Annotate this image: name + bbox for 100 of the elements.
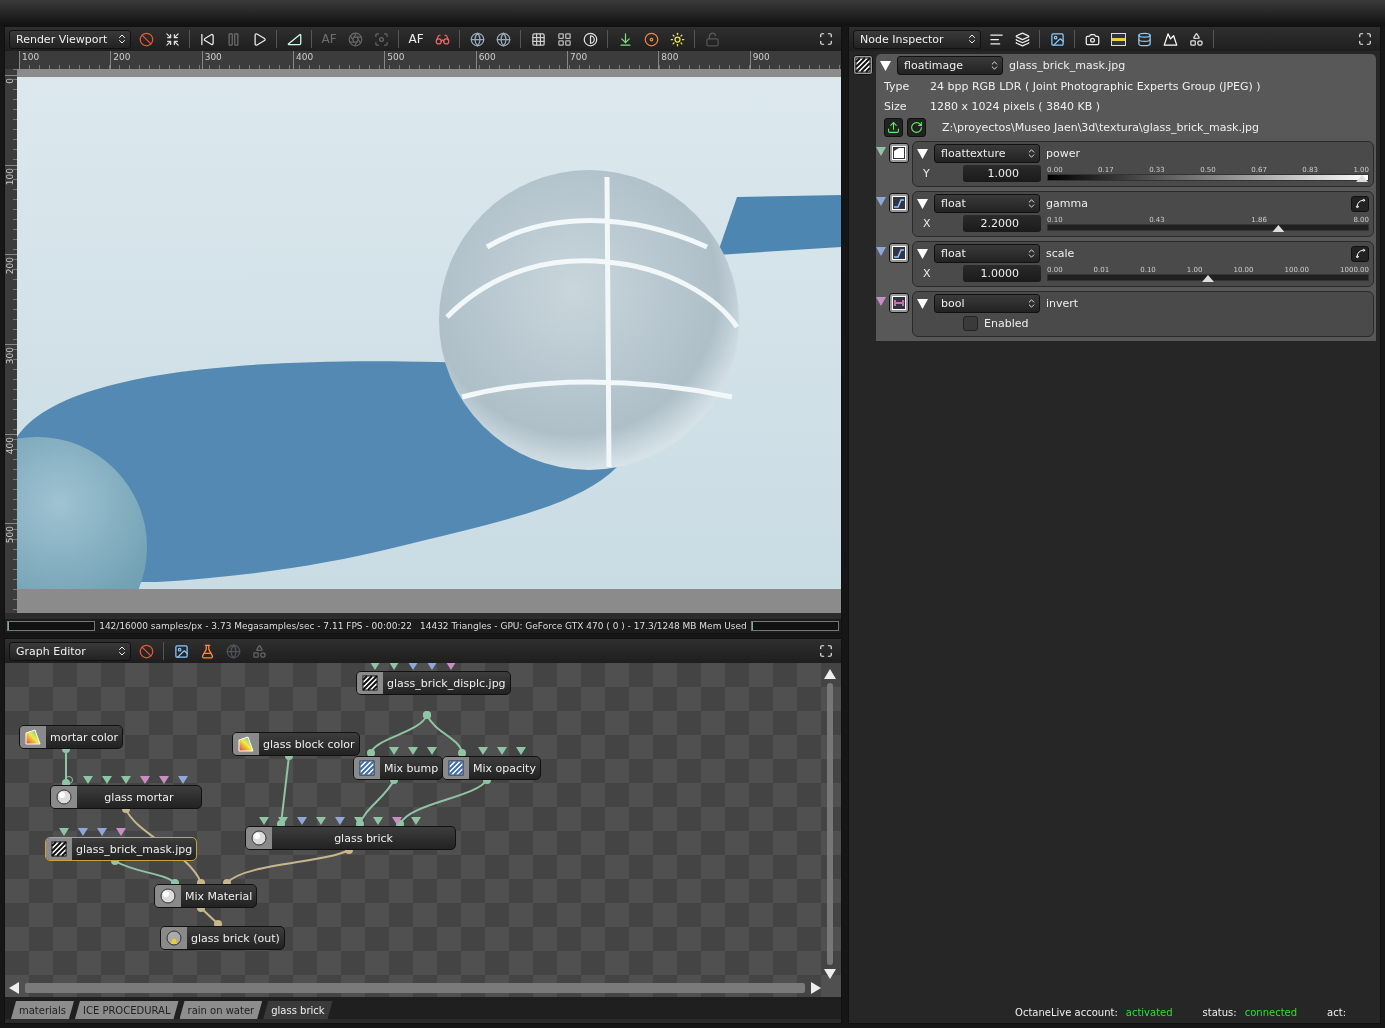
ruler-label: 500 [5, 526, 15, 544]
graph-tab[interactable]: materials [11, 1001, 74, 1019]
stop-icon [138, 31, 154, 47]
graph-node[interactable]: Mix bump [353, 756, 444, 780]
collapse-triangle-icon[interactable] [880, 60, 891, 71]
maximize-icon [819, 644, 833, 658]
scroll-right-icon[interactable] [811, 982, 821, 994]
graph-node[interactable]: Mix Material [154, 884, 258, 908]
parameter-type-button[interactable] [889, 143, 909, 163]
scrollbar-thumb[interactable] [25, 983, 805, 993]
picture-icon [173, 643, 189, 659]
slider-thumb[interactable] [1202, 275, 1214, 282]
graph-node[interactable]: Mix opacity [442, 756, 541, 780]
striped-square-icon [51, 841, 67, 857]
disc-icon [643, 31, 659, 47]
curve-button[interactable] [1351, 245, 1369, 262]
value-field[interactable]: 2.2000 [963, 215, 1041, 232]
focus-icon [373, 31, 389, 47]
maximize-icon [1358, 32, 1372, 46]
graph-tab[interactable]: glass brick [263, 1001, 333, 1019]
up-down-icon [989, 60, 1000, 71]
parameter-type-button[interactable] [889, 293, 909, 313]
connection-status: connected [1244, 1006, 1298, 1018]
picture-icon [1049, 31, 1065, 47]
contrast-icon [582, 31, 598, 47]
view-selector[interactable]: Node Inspector [853, 29, 981, 49]
slider-thumb[interactable] [1272, 225, 1285, 232]
sphere-icon [56, 789, 72, 805]
up-down-icon [116, 645, 128, 657]
graph-node[interactable]: mortar color [19, 725, 124, 749]
up-down-icon [1026, 298, 1037, 309]
type-selector[interactable]: float [934, 194, 1040, 213]
up-down-icon [116, 33, 128, 45]
layers-icon [1014, 31, 1030, 47]
toggle-icon [892, 296, 906, 310]
parameter-type-button[interactable] [889, 193, 909, 213]
type-selector[interactable]: float [934, 244, 1040, 263]
collapse-triangle-icon[interactable] [917, 198, 928, 209]
reload-button[interactable] [907, 117, 926, 137]
skip-back-icon [199, 31, 215, 47]
checkbox[interactable] [963, 316, 978, 331]
info-value: 1280 x 1024 pixels ( 3840 KB ) [930, 99, 1102, 113]
slider-track[interactable] [1047, 224, 1369, 231]
load-button[interactable] [884, 117, 903, 137]
striped-square-icon [362, 675, 378, 691]
type-selector[interactable]: bool [934, 294, 1040, 313]
curve-button[interactable] [1351, 195, 1369, 212]
graph-node[interactable]: glass brick (out) [160, 926, 285, 950]
shrink-icon [164, 31, 180, 47]
view-selector[interactable]: Render Viewport [9, 29, 131, 49]
slider-track[interactable] [1047, 274, 1369, 281]
graph-tab[interactable]: ICE PROCEDURAL [74, 1001, 179, 1019]
pause-icon [225, 31, 241, 47]
info-label: Size [884, 99, 908, 113]
output-sphere-icon [166, 930, 182, 946]
scroll-down-icon[interactable] [824, 969, 836, 979]
parameter-name: invert [1046, 297, 1079, 310]
upload-icon [887, 120, 900, 134]
slider-thumb[interactable] [1356, 175, 1368, 182]
input-pin-icon [876, 147, 886, 156]
scene-stats: 14432 Triangles - GPU: GeForce GTX 470 ( 0 ) - 17.3/1248 MB Mem Used [419, 621, 747, 631]
graph-node[interactable]: glass brick [245, 826, 456, 850]
shapes-icon [251, 643, 267, 659]
collapse-triangle-icon[interactable] [917, 148, 928, 159]
parameter-type-button[interactable] [889, 243, 909, 263]
curve-icon [1354, 198, 1366, 209]
node-type-button[interactable] [853, 55, 873, 75]
value-field[interactable]: 1.0000 [963, 265, 1041, 282]
input-pin-icon [876, 297, 886, 306]
input-pin-icon [876, 247, 886, 256]
graph-node[interactable]: glass mortar [50, 785, 202, 809]
scroll-left-icon[interactable] [9, 982, 19, 994]
graph-tab[interactable]: rain on water [179, 1001, 263, 1019]
autofocus-button[interactable]: AF [405, 29, 427, 49]
ruler-label: 200 [5, 257, 15, 275]
view-selector[interactable]: Graph Editor [9, 641, 131, 661]
graph-node[interactable]: glass_brick_mask.jpg [45, 837, 198, 861]
ruler-label: 0 [5, 78, 15, 84]
curve-icon [1354, 248, 1366, 259]
checkbox-label: Enabled [984, 317, 1029, 330]
scroll-up-icon[interactable] [824, 669, 836, 679]
up-down-icon [1026, 198, 1037, 209]
up-down-icon [966, 33, 978, 45]
value-field[interactable]: 1.000 [963, 165, 1041, 182]
sun-icon [669, 31, 685, 47]
graph-node[interactable]: glass block color [232, 732, 360, 756]
node-graph-canvas[interactable]: glass_brick_displc.jpg mortar color glass block color Mix bump Mix opacity glass mortar glass brick glass_brick_mask.jpg Mix Material glass brick (out) [5, 663, 841, 997]
collapse-triangle-icon[interactable] [917, 248, 928, 259]
graph-node[interactable]: glass_brick_displc.jpg [356, 671, 511, 695]
color-swatch-icon [238, 736, 254, 752]
parameter-name: power [1046, 147, 1080, 160]
up-down-icon [1026, 148, 1037, 159]
scrollbar-thumb[interactable] [827, 683, 833, 965]
globe-icon [495, 31, 511, 47]
type-selector[interactable]: floattexture [934, 144, 1040, 163]
axis-label: X [923, 267, 932, 280]
slider-track[interactable] [1047, 174, 1369, 181]
type-selector[interactable]: floatimage [897, 56, 1003, 75]
collapse-triangle-icon[interactable] [917, 298, 928, 309]
account-label: OctaneLive account: [1015, 1006, 1118, 1018]
